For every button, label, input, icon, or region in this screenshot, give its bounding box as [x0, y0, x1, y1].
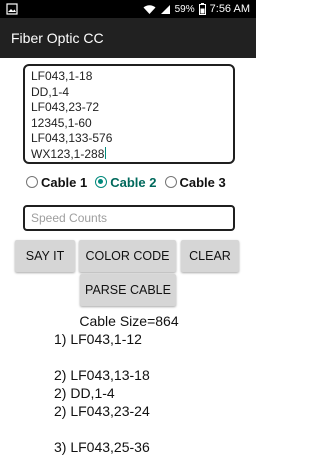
app-bar: Fiber Optic CC	[0, 18, 256, 58]
result-line: 1) LF043,1-12	[54, 331, 142, 347]
radio-label: Cable 1	[41, 174, 88, 190]
speed-counts-input[interactable]	[31, 211, 227, 225]
status-icons: 59% 7:56 AM	[143, 2, 250, 16]
image-notification-icon	[6, 3, 18, 15]
radio-label: Cable 3	[179, 174, 226, 190]
parse-cable-button[interactable]: PARSE CABLE	[80, 274, 176, 306]
result-line: 2) LF043,13-18	[54, 367, 150, 383]
input-line: DD,1-4	[31, 84, 70, 99]
result-line: 3) LF043,25-36	[54, 439, 150, 455]
text-cursor	[105, 146, 107, 159]
results-panel: Cable Size=864 1) LF043,1-12 2) LF043,13…	[0, 312, 256, 455]
wifi-icon	[143, 4, 156, 14]
cable-input-textarea[interactable]: LF043,1-18 DD,1-4 LF043,23-72 12345,1-60…	[23, 64, 235, 164]
radio-button-icon	[164, 176, 177, 188]
color-code-button[interactable]: COLOR CODE	[79, 240, 176, 272]
input-line-text: WX123,1-288	[31, 146, 105, 161]
radio-cable-3[interactable]: Cable 3	[164, 174, 226, 190]
cable-radio-group: Cable 1 Cable 2 Cable 3	[26, 173, 248, 191]
cable-size-text: Cable Size=864	[79, 313, 179, 329]
signal-icon	[160, 4, 170, 14]
input-line: LF043,133-576	[31, 131, 113, 145]
result-line: 2) LF043,23-24	[54, 403, 150, 419]
input-line: LF043,1-18	[31, 69, 93, 83]
battery-percent: 59%	[174, 3, 195, 15]
radio-cable-2[interactable]: Cable 2	[95, 174, 157, 190]
input-line-last: WX123,1-288	[31, 146, 227, 163]
say-it-button[interactable]: SAY IT	[15, 240, 75, 272]
input-line: 12345,1-60	[31, 115, 92, 130]
result-spacer	[0, 420, 256, 438]
battery-icon	[198, 3, 206, 15]
radio-cable-1[interactable]: Cable 1	[26, 175, 87, 190]
clear-button[interactable]: CLEAR	[181, 240, 239, 272]
radio-label: Cable 2	[110, 174, 157, 190]
radio-button-checked-icon	[95, 176, 108, 188]
result-spacer	[0, 348, 256, 366]
radio-button-icon	[26, 176, 38, 188]
result-line: 2) DD,1-4	[54, 385, 115, 401]
input-line: LF043,23-72	[31, 100, 100, 114]
app-title: Fiber Optic CC	[11, 30, 104, 46]
status-bar: 59% 7:56 AM	[0, 0, 256, 18]
speed-counts-field	[23, 205, 235, 231]
clock: 7:56 AM	[209, 3, 250, 15]
